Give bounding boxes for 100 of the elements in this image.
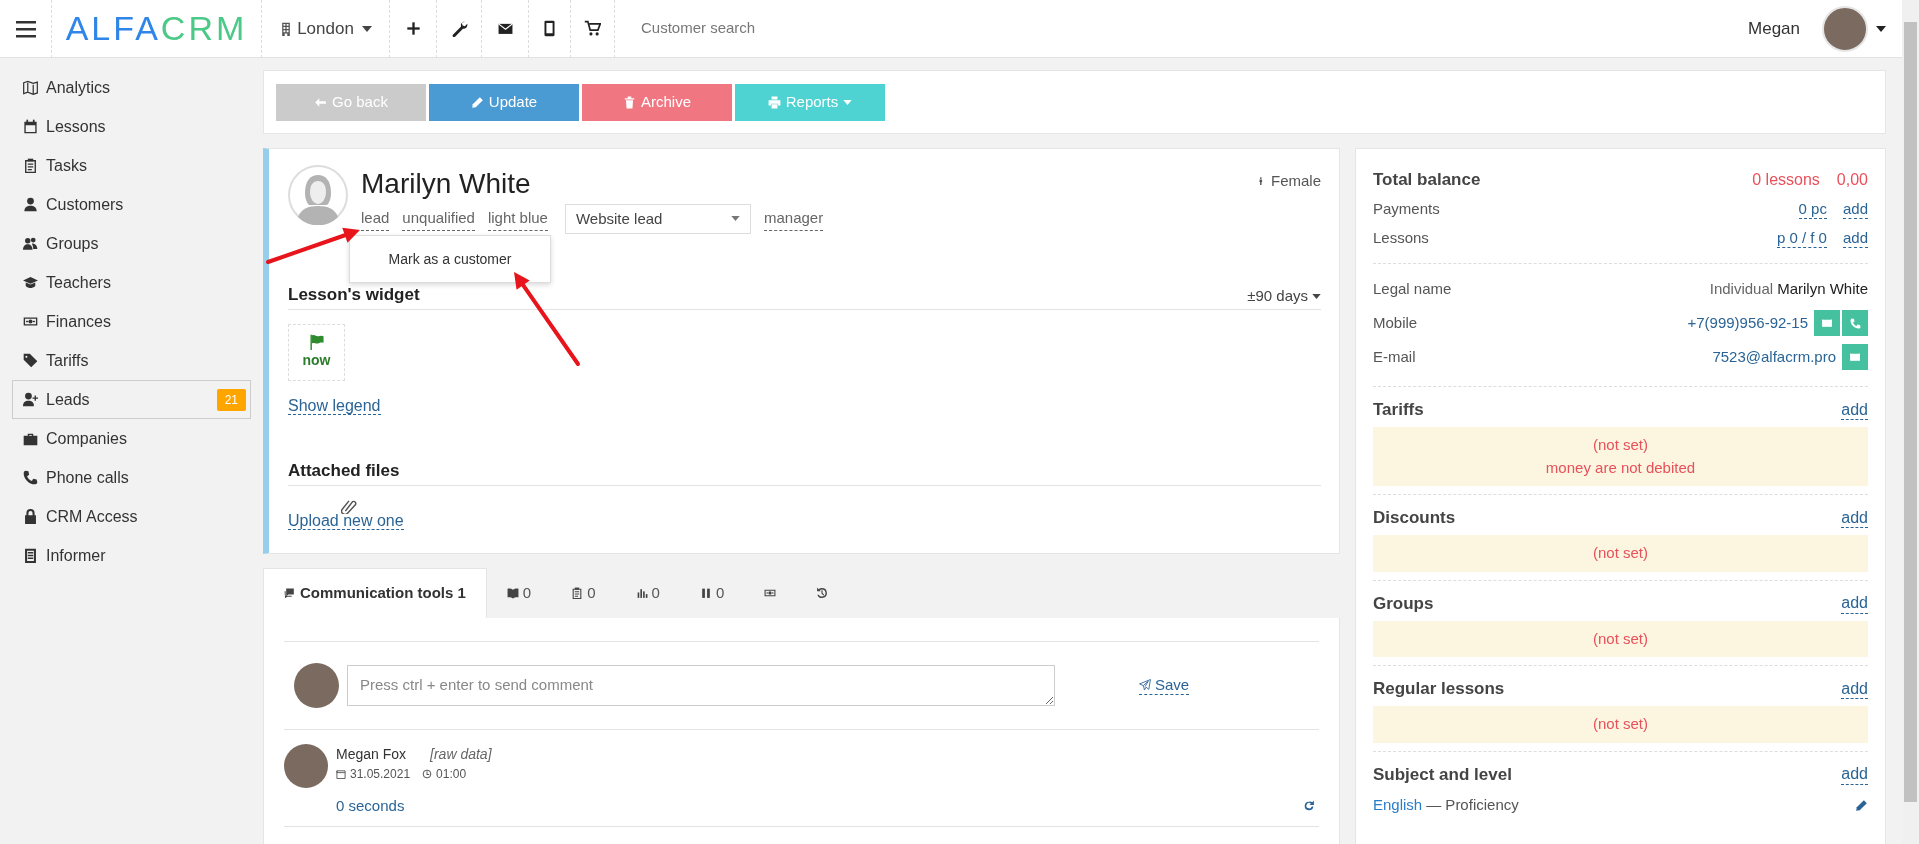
range-dropdown[interactable]: ±90 days	[1247, 284, 1321, 308]
phone-button[interactable]	[541, 20, 558, 37]
date-text: 31.05.2021	[350, 766, 411, 783]
add-link[interactable]: add	[1841, 507, 1868, 529]
status-link[interactable]: lead	[361, 207, 390, 231]
sidebar-item[interactable]: Informer	[12, 536, 251, 575]
user-avatar[interactable]	[1822, 5, 1868, 52]
field-label: Legal name	[1373, 278, 1452, 299]
status-link[interactable]: light blue	[487, 207, 548, 231]
briefcase-icon	[23, 431, 38, 446]
wrench-icon	[450, 20, 468, 37]
add-link[interactable]: add	[1841, 399, 1868, 421]
lock-icon	[23, 509, 38, 524]
paper-plane-icon	[1139, 679, 1151, 691]
add-link[interactable]: add	[1842, 200, 1868, 219]
lead-name: Marilyn White	[361, 169, 532, 200]
comments-icon	[284, 587, 296, 600]
sidebar-item[interactable]: Tariffs	[12, 341, 251, 380]
envelope-icon	[1821, 317, 1833, 329]
value-link[interactable]: 0 pc	[1798, 200, 1827, 219]
bar-chart-icon	[635, 587, 648, 599]
sidebar-item[interactable]: Teachers	[12, 263, 251, 302]
empty-notice: (not set)	[1373, 620, 1868, 657]
sidebar-item[interactable]: Analytics	[12, 68, 251, 107]
pause-icon	[699, 587, 712, 599]
sidebar-item[interactable]: Finances	[12, 302, 251, 341]
sidebar-item[interactable]: Companies	[12, 419, 251, 458]
refresh-icon	[1303, 800, 1315, 813]
cart-button[interactable]	[584, 20, 601, 37]
caret-icon	[361, 25, 372, 32]
trash-icon	[623, 95, 636, 109]
show-legend-link[interactable]: Show legend	[288, 397, 381, 416]
refresh-button[interactable]	[1303, 800, 1315, 813]
sidebar-item[interactable]: Tasks	[12, 146, 251, 185]
add-button[interactable]	[404, 20, 422, 37]
money-icon	[23, 314, 38, 329]
sidebar-item[interactable]: CRM Access	[12, 497, 251, 536]
edit-button[interactable]	[1855, 799, 1868, 812]
subject-link[interactable]: English	[1373, 794, 1423, 817]
email-link[interactable]: 7523@alfacrm.pro	[1712, 345, 1836, 369]
clock-icon	[422, 769, 433, 779]
source-select[interactable]: Website lead	[564, 203, 751, 234]
caret-icon	[843, 99, 853, 105]
phone-icon	[23, 470, 38, 485]
value-link[interactable]: p 0 / f 0	[1776, 229, 1827, 248]
add-link[interactable]: add	[1841, 764, 1868, 785]
count-badge: 21	[216, 388, 246, 411]
field-label: Lessons	[1373, 228, 1429, 249]
tab[interactable]: 0	[615, 568, 680, 618]
tab[interactable]: Communication tools 1	[263, 568, 487, 618]
sidebar-item[interactable]: Leads 21	[12, 380, 251, 419]
clipboard-icon	[23, 158, 38, 173]
sidebar-item[interactable]: Groups	[12, 224, 251, 263]
mobile-phone-icon	[541, 20, 558, 37]
field-label: Mobile	[1373, 312, 1418, 333]
caret-icon	[730, 216, 740, 222]
sidebar-item[interactable]: Lessons	[12, 107, 251, 146]
user-icon	[23, 197, 38, 212]
section-title: Total balance	[1373, 169, 1481, 192]
section-title: Discounts	[1373, 507, 1456, 530]
add-link[interactable]: add	[1841, 678, 1868, 700]
printer-icon	[767, 95, 781, 109]
add-link[interactable]: add	[1841, 593, 1868, 614]
empty-notice: (not set)	[1373, 535, 1868, 572]
author-avatar	[284, 744, 328, 788]
open-book-icon	[506, 587, 519, 599]
phone-link[interactable]: +7(999)956-92-15	[1687, 311, 1808, 335]
search-field[interactable]: Customer search	[639, 16, 939, 41]
settings-button[interactable]	[450, 20, 468, 37]
sidebar-item[interactable]: Phone calls	[12, 458, 251, 497]
save-link[interactable]: Save	[1139, 676, 1190, 695]
pencil-icon	[470, 95, 484, 109]
calendar-icon	[336, 769, 346, 779]
avatar-silhouette-icon	[288, 165, 348, 225]
tab[interactable]: 0	[679, 568, 745, 618]
users-icon	[23, 236, 38, 251]
manager-link[interactable]: manager	[763, 207, 824, 231]
menu-item[interactable]: Mark as a customer	[382, 247, 518, 271]
comment-field[interactable]: Press ctrl + enter to send comment	[347, 665, 1055, 706]
legal-type: Individual	[1709, 278, 1774, 299]
lessons-balance: 0 lessons	[1752, 170, 1820, 190]
history-icon	[816, 587, 829, 599]
paperclip-icon	[341, 498, 357, 515]
field-label: E-mail	[1373, 346, 1416, 367]
add-link[interactable]: add	[1842, 229, 1868, 248]
empty-notice: (not set) money are not debited	[1373, 427, 1868, 486]
envelope-icon	[1849, 351, 1861, 363]
money-balance: 0,00	[1836, 170, 1868, 190]
elapsed-time-link[interactable]: 0 seconds	[336, 795, 405, 818]
phone-icon	[1849, 317, 1861, 329]
upload-link[interactable]: Upload new one	[288, 512, 404, 531]
sidebar-item[interactable]: Customers	[12, 185, 251, 224]
calendar-icon	[23, 119, 38, 134]
cart-icon	[584, 20, 601, 37]
tab[interactable]: 0	[486, 568, 552, 618]
branch-dropdown[interactable]: London	[279, 15, 372, 42]
tab[interactable]: 0	[551, 568, 616, 618]
section-title: Tariffs	[1373, 399, 1424, 422]
level-text: — Proficiency	[1426, 795, 1519, 816]
status-link[interactable]: unqualified	[402, 207, 475, 231]
